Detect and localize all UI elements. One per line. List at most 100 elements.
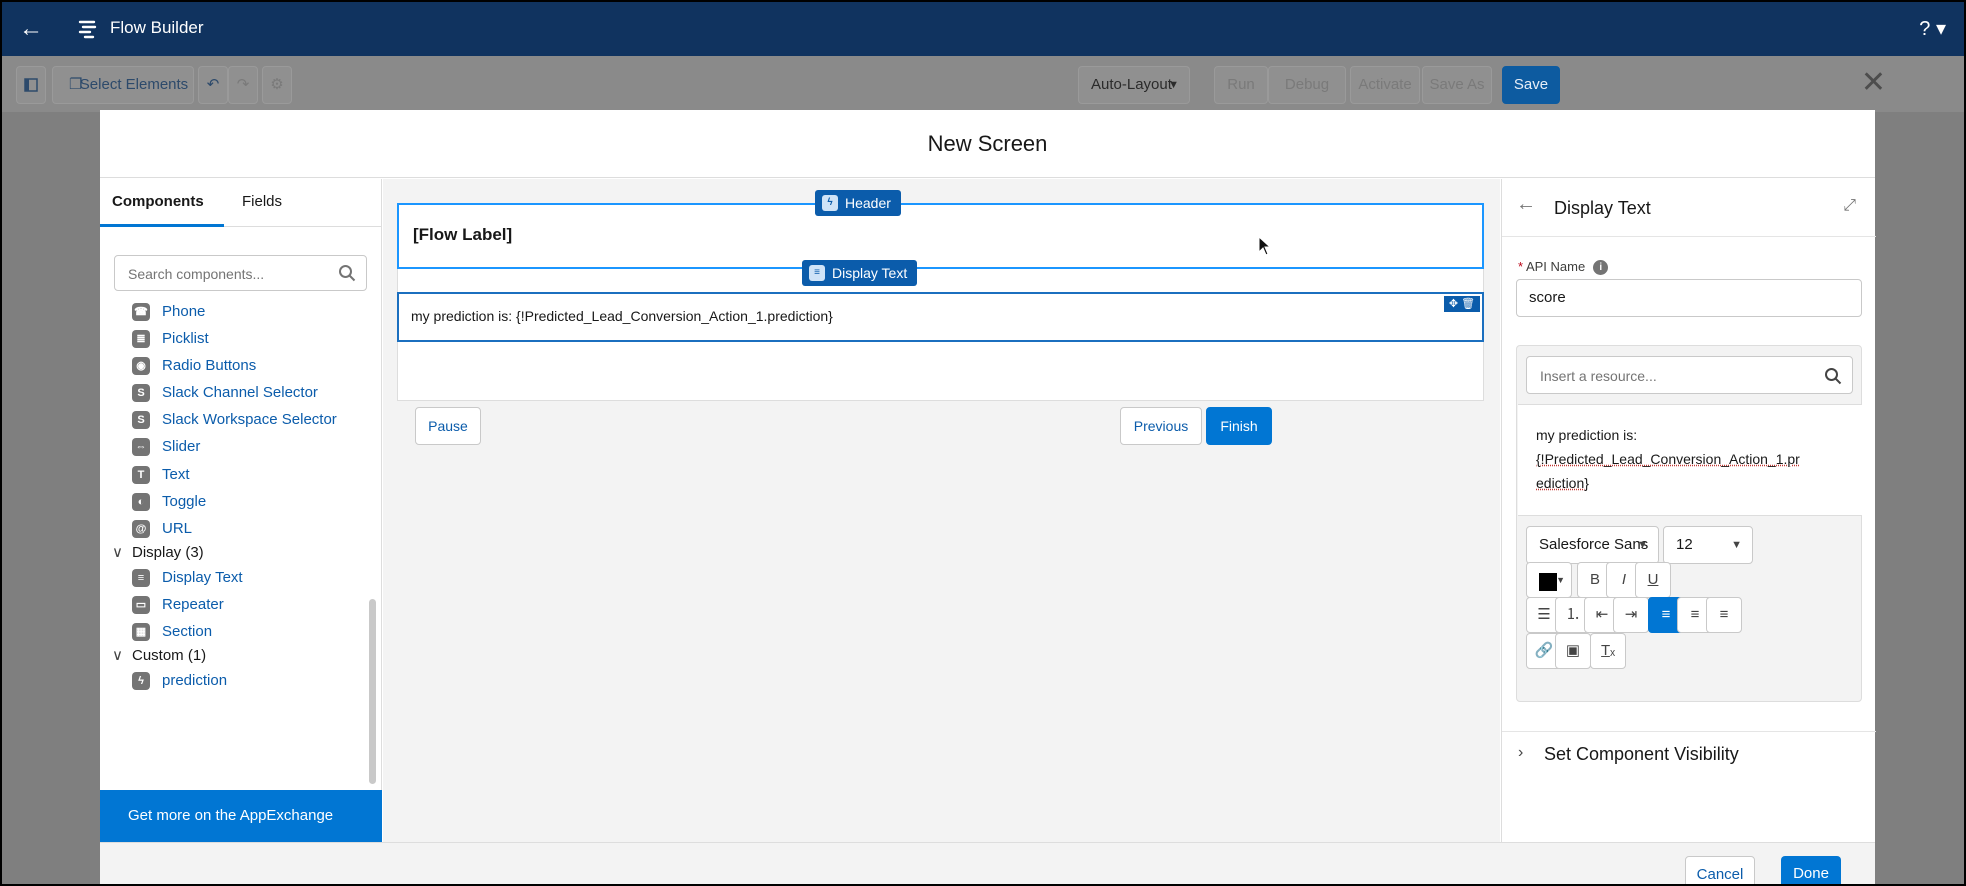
- bullet-list-icon: ☰: [1537, 606, 1551, 623]
- numbered-list-icon: ⒈: [1565, 606, 1581, 623]
- toggle-panel-button[interactable]: [16, 66, 46, 104]
- slack-icon: S: [132, 384, 150, 402]
- activate-button[interactable]: Activate: [1350, 66, 1420, 104]
- url-icon: @: [132, 520, 150, 538]
- image-button[interactable]: ▣: [1555, 633, 1591, 669]
- previous-button[interactable]: Previous: [1120, 407, 1202, 445]
- finish-button[interactable]: Finish: [1206, 407, 1272, 445]
- undo-icon: ↶: [206, 76, 220, 93]
- display-text-icon: ≡: [132, 569, 150, 587]
- properties-panel: ← Display Text ⤢ * API Name i score Inser…: [1501, 179, 1876, 842]
- caret-down-icon: ▼: [1731, 539, 1742, 551]
- app-header: ← Flow Builder ? ▾: [2, 2, 1964, 56]
- clear-format-button[interactable]: T̲ₓ: [1590, 633, 1626, 669]
- gear-icon: ⚙: [270, 76, 284, 93]
- indent-button[interactable]: ⇥: [1613, 597, 1649, 633]
- indent-icon: ⇥: [1624, 606, 1638, 623]
- app-title: Flow Builder: [110, 18, 204, 37]
- back-arrow-icon[interactable]: ←: [16, 14, 46, 44]
- repeater-icon: ▭: [132, 596, 150, 614]
- redo-button[interactable]: ↷: [228, 66, 258, 104]
- component-visibility-section[interactable]: › Set Component Visibility: [1502, 731, 1876, 777]
- components-palette: Components Fields Search components... ☎…: [100, 179, 382, 842]
- save-as-button[interactable]: Save As: [1422, 66, 1492, 104]
- picklist-icon: ≣: [132, 330, 150, 348]
- cancel-button[interactable]: Cancel: [1685, 856, 1755, 884]
- text-icon: T: [132, 466, 150, 484]
- active-tab-indicator: [100, 224, 224, 227]
- settings-button[interactable]: ⚙: [262, 66, 292, 104]
- font-family-select[interactable]: Salesforce Sans ▼: [1526, 526, 1659, 564]
- toolbar: ❐ Select Elements ↶ ↷ ⚙ Auto-Layout ▼ Ru…: [2, 56, 1964, 112]
- align-right-button[interactable]: ≡: [1706, 597, 1742, 633]
- section-icon: ▦: [132, 623, 150, 641]
- select-elements-icon: ❐: [69, 76, 83, 93]
- mouse-cursor-icon: [1258, 236, 1272, 256]
- screen-canvas: [Flow Label] ϟ Header my prediction is: …: [383, 179, 1500, 842]
- section-display[interactable]: ∨ Display (3): [112, 543, 204, 567]
- api-name-input[interactable]: score: [1516, 279, 1862, 317]
- text-color-button[interactable]: ▼: [1526, 562, 1572, 598]
- modal-title: New Screen: [100, 110, 1875, 178]
- insert-resource-input[interactable]: Insert a resource...: [1526, 356, 1853, 394]
- save-button[interactable]: Save: [1502, 66, 1560, 104]
- help-menu-icon[interactable]: ? ▾: [1919, 16, 1946, 41]
- close-icon[interactable]: ✕: [1861, 66, 1886, 100]
- search-placeholder: Search components...: [128, 266, 265, 282]
- bold-icon: B: [1589, 571, 1600, 588]
- back-arrow-icon[interactable]: ←: [1516, 193, 1536, 216]
- palette-tabs: Components Fields: [100, 179, 382, 227]
- layout-select[interactable]: Auto-Layout ▼: [1078, 66, 1190, 104]
- header-tag: ϟ Header: [815, 190, 901, 216]
- select-elements-button[interactable]: ❐ Select Elements: [52, 66, 194, 104]
- display-text-tag: ≡ Display Text: [802, 260, 918, 286]
- flow-label: [Flow Label]: [413, 225, 513, 244]
- header-component[interactable]: [Flow Label]: [397, 203, 1484, 269]
- tab-components[interactable]: Components: [112, 193, 204, 210]
- underline-button[interactable]: U: [1635, 562, 1671, 598]
- chevron-down-icon: ∨: [112, 544, 123, 561]
- panel-icon: [24, 78, 38, 92]
- tab-fields[interactable]: Fields: [242, 193, 282, 210]
- display-text-content: my prediction is: {!Predicted_Lead_Conve…: [411, 308, 833, 324]
- pause-button[interactable]: Pause: [415, 407, 481, 445]
- phone-icon: ☎: [132, 303, 150, 321]
- modal-footer: [100, 842, 1875, 884]
- rich-text-content[interactable]: my prediction is: {!Predicted_Lead_Conve…: [1518, 404, 1862, 516]
- align-right-icon: ≡: [1719, 606, 1729, 623]
- display-text-component[interactable]: my prediction is: {!Predicted_Lead_Conve…: [397, 292, 1484, 342]
- done-button[interactable]: Done: [1781, 856, 1841, 884]
- underline-icon: U: [1647, 571, 1659, 588]
- chevron-down-icon: ▼: [1168, 79, 1179, 91]
- image-icon: ▣: [1565, 642, 1581, 659]
- slack-icon: S: [132, 411, 150, 429]
- align-left-icon: ≡: [1661, 606, 1671, 623]
- properties-header: ← Display Text ⤢: [1502, 179, 1876, 237]
- palette-scrollbar[interactable]: [369, 599, 376, 784]
- slider-icon: ⇔: [132, 438, 150, 456]
- debug-button[interactable]: Debug: [1268, 66, 1346, 104]
- expand-icon[interactable]: ⤢: [1843, 197, 1856, 215]
- caret-down-icon: ▼: [1637, 539, 1648, 551]
- align-center-icon: ≡: [1690, 606, 1700, 623]
- screen-frame: ← Flow Builder ? ▾ ❐ Select Elements ↶ ↷…: [2, 2, 1964, 884]
- search-icon: [1825, 368, 1842, 385]
- appexchange-link[interactable]: Get more on the AppExchange: [100, 790, 382, 842]
- api-name-label: * API Name i: [1518, 259, 1609, 276]
- font-size-select[interactable]: 12 ▼: [1663, 526, 1753, 564]
- outdent-icon: ⇤: [1595, 606, 1609, 623]
- radio-icon: ◉: [132, 357, 150, 375]
- info-icon[interactable]: i: [1593, 260, 1609, 276]
- undo-button[interactable]: ↶: [198, 66, 228, 104]
- section-custom[interactable]: ∨ Custom (1): [112, 646, 206, 670]
- search-icon: [339, 265, 356, 282]
- component-search-input[interactable]: Search components...: [114, 255, 367, 291]
- run-button[interactable]: Run: [1214, 66, 1268, 104]
- properties-title: Display Text: [1554, 198, 1651, 218]
- rich-text-editor: Insert a resource... my prediction is: {…: [1516, 345, 1862, 702]
- move-delete-icons[interactable]: ✥ 🗑: [1444, 296, 1480, 312]
- clear-format-icon: T̲ₓ: [1600, 642, 1616, 659]
- italic-icon: I: [1621, 571, 1627, 588]
- resource-placeholder: Insert a resource...: [1540, 368, 1657, 384]
- chevron-right-icon: ›: [1518, 744, 1524, 761]
